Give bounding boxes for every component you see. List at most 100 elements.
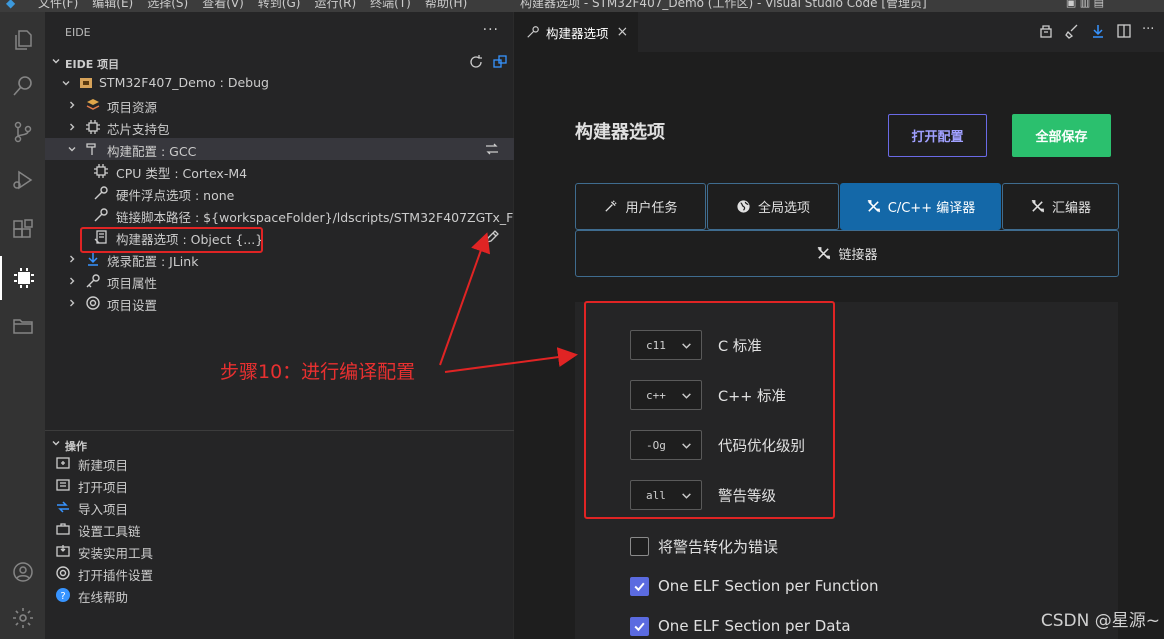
import-icon (57, 501, 69, 513)
clean-broom-icon[interactable] (1064, 23, 1080, 39)
op-import-project[interactable]: 导入项目 (45, 496, 514, 518)
section-actions (468, 54, 508, 70)
tree-item-chip-support[interactable]: 芯片支持包 (45, 116, 514, 138)
menu-terminal[interactable]: 终端(T) (370, 0, 411, 10)
tab-label: 构建器选项 (546, 25, 609, 41)
check-warnings-as-errors[interactable]: 将警告转化为错误 (630, 535, 778, 557)
section-eide-project[interactable]: EIDE 项目 (45, 52, 514, 74)
annotation-text: 步骤10：进行编译配置 (220, 361, 416, 383)
refresh-icon[interactable] (468, 54, 484, 70)
menu-view[interactable]: 查看(V) (202, 0, 244, 10)
build-icon[interactable] (1038, 23, 1054, 39)
run-debug-icon[interactable] (0, 158, 45, 202)
page-title: 构建器选项 (575, 122, 665, 143)
open-project-icon (56, 479, 70, 491)
more-actions-icon[interactable]: ··· (483, 22, 499, 38)
op-online-help[interactable]: ? 在线帮助 (45, 584, 514, 606)
download-icon[interactable] (1090, 23, 1106, 39)
tree-item-project-props[interactable]: 项目属性 (45, 270, 514, 292)
folder-icon[interactable] (0, 304, 45, 348)
checkbox[interactable] (630, 536, 649, 556)
more-actions-icon[interactable]: ··· (1142, 23, 1158, 39)
op-open-project[interactable]: 打开项目 (45, 474, 514, 496)
chevron-down-icon (52, 441, 60, 446)
tab-assembler[interactable]: 汇编器 (1002, 183, 1119, 230)
account-icon[interactable] (0, 550, 45, 594)
tree-item-resources[interactable]: 项目资源 (45, 94, 514, 116)
settings-icon (86, 296, 100, 310)
key-icon (86, 274, 100, 288)
chevron-down-icon (52, 59, 60, 64)
tree-item-fpu[interactable]: 硬件浮点选项 : none (45, 182, 514, 204)
eide-chip-icon[interactable] (0, 256, 45, 300)
sidebar-title: EIDE (65, 26, 91, 39)
edit-pencil-icon[interactable] (484, 229, 500, 245)
tab-cpp-compiler[interactable]: C/C++ 编译器 (840, 183, 1001, 230)
checkbox-checked[interactable] (630, 576, 649, 596)
chevron-down-icon (68, 147, 76, 152)
section-divider (45, 430, 514, 431)
op-new-project[interactable]: 新建项目 (45, 452, 514, 474)
seg-label: C/C++ 编译器 (887, 201, 976, 216)
op-label: 设置工具链 (78, 524, 141, 539)
menu-edit[interactable]: 编辑(E) (92, 0, 133, 10)
vscode-window: ◆ 文件(F) 编辑(E) 选择(S) 查看(V) 转到(G) 运行(R) 终端(T) 帮助(… (0, 0, 1164, 639)
seg-label: 汇编器 (1051, 201, 1091, 216)
op-setup-toolchain[interactable]: 设置工具链 (45, 518, 514, 540)
new-project-icon (56, 457, 70, 469)
window-title: 构建器选项 - STM32F407_Demo (工作区) - Visual St… (520, 0, 927, 10)
tab-global-options[interactable]: 全局选项 (707, 183, 839, 230)
explorer-icon[interactable] (0, 18, 45, 62)
menu-file[interactable]: 文件(F) (38, 0, 78, 10)
op-label: 新建项目 (78, 458, 129, 473)
check-label: One ELF Section per Function (658, 577, 879, 595)
op-label: 打开项目 (78, 480, 129, 495)
tree-item-label: 项目设置 (107, 298, 158, 313)
menu-selection[interactable]: 选择(S) (147, 0, 188, 10)
tree-item-cpu-type[interactable]: CPU 类型 : Cortex-M4 (45, 160, 514, 182)
save-all-button[interactable]: 全部保存 (1012, 114, 1111, 157)
op-install-tools[interactable]: 安装实用工具 (45, 540, 514, 562)
split-editor-icon[interactable] (1116, 23, 1132, 39)
check-section-per-function[interactable]: One ELF Section per Function (630, 575, 879, 597)
seg-label: 全局选项 (757, 201, 810, 216)
svg-text:?: ? (60, 591, 65, 602)
check-label: One ELF Section per Data (658, 617, 851, 635)
tree-item-build-config[interactable]: 构建配置 : GCC (45, 138, 514, 160)
help-icon: ? (56, 588, 70, 602)
extensions-icon[interactable] (0, 208, 45, 252)
settings-icon (56, 566, 70, 580)
vscode-logo-icon: ◆ (6, 0, 16, 10)
checkbox-checked[interactable] (630, 616, 649, 636)
tab-user-tasks[interactable]: 用户任务 (575, 183, 706, 230)
tree-item-project-settings[interactable]: 项目设置 (45, 292, 514, 314)
tab-linker[interactable]: 链接器 (575, 230, 1119, 277)
op-label: 安装实用工具 (78, 546, 154, 561)
menu-go[interactable]: 转到(G) (258, 0, 301, 10)
user-task-icon (605, 200, 618, 212)
manage-gear-icon[interactable] (0, 596, 45, 639)
download-icon (88, 253, 98, 266)
editor-actions: ··· (1038, 23, 1158, 39)
tree-item-project[interactable]: STM32F407_Demo : Debug (45, 72, 514, 94)
menu-run[interactable]: 运行(R) (314, 0, 356, 10)
tree-item-label: 构建配置 : GCC (107, 144, 197, 159)
layout-icons[interactable]: ▣ ▥ ▤ (1066, 0, 1104, 9)
tree-item-label: 项目资源 (107, 100, 158, 115)
source-control-icon[interactable] (0, 110, 45, 154)
menu-help[interactable]: 帮助(H) (425, 0, 467, 10)
tools-icon (867, 200, 880, 213)
check-section-per-data[interactable]: One ELF Section per Data (630, 615, 851, 637)
search-icon[interactable] (0, 64, 45, 108)
chip-icon (86, 120, 100, 134)
globe-icon (737, 200, 750, 213)
op-plugin-settings[interactable]: 打开插件设置 (45, 562, 514, 584)
op-label: 导入项目 (78, 502, 129, 517)
open-config-button[interactable]: 打开配置 (888, 114, 987, 157)
tree-item-linker-script[interactable]: 链接脚本路径 : ${workspaceFolder}/ldscripts/ST… (45, 204, 532, 226)
switch-project-icon[interactable] (492, 54, 508, 70)
tab-builder-options[interactable]: 构建器选项 × (514, 12, 638, 52)
switch-compiler-icon[interactable] (484, 141, 500, 157)
tree-item-label: 项目属性 (107, 276, 158, 291)
tab-close-icon[interactable]: × (617, 24, 629, 40)
